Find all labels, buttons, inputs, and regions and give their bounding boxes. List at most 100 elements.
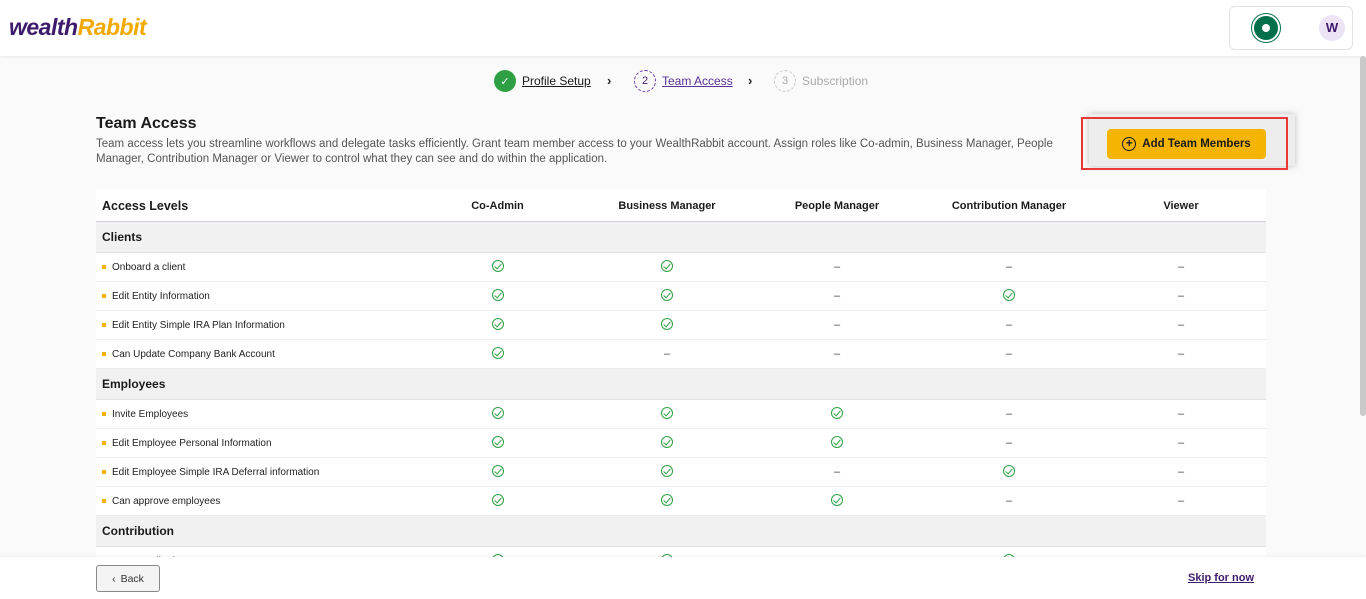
permission-cell (414, 493, 581, 509)
dash-icon: – (1177, 495, 1185, 507)
permission-cell (921, 288, 1097, 304)
permission-cell (414, 259, 581, 275)
bullet-icon (102, 323, 106, 327)
check-circle-icon (491, 435, 504, 448)
permission-label: Edit Employee Personal Information (96, 438, 414, 449)
permission-cell: – (581, 348, 753, 360)
permission-cell: – (921, 408, 1097, 420)
permission-cell: – (1097, 437, 1265, 449)
check-circle-icon (1003, 464, 1015, 477)
permission-cell: – (921, 495, 1097, 507)
header-people-manager: People Manager (794, 199, 880, 212)
dash-icon: – (1177, 437, 1185, 449)
page-description: Team access lets you streamline workflow… (96, 138, 1053, 165)
table-body: Clients Onboard a client – – – Edit Entity In… (96, 222, 1266, 576)
permission-label: Onboard a client (96, 262, 414, 273)
dash-icon: – (833, 290, 841, 302)
permission-text: Can approve employees (112, 495, 221, 507)
table-row: Edit Entity Simple IRA Plan Information –… (96, 311, 1266, 340)
permission-cell: – (1097, 408, 1265, 420)
table-row: Edit Employee Personal Information – – (96, 429, 1266, 458)
account-switcher[interactable]: W (1229, 6, 1353, 50)
permission-cell: – (753, 261, 921, 273)
bullet-icon (102, 352, 106, 356)
permission-text: Edit Employee Simple IRA Deferral inform… (112, 466, 320, 478)
check-circle-icon (491, 259, 504, 272)
permission-label: Can approve employees (96, 496, 414, 507)
permission-label: Edit Entity Information (96, 291, 414, 302)
step-number: 2 (634, 70, 656, 92)
permission-cell (753, 435, 921, 451)
step-subscription: 3 Subscription (774, 70, 868, 92)
header-viewer: Viewer (1163, 199, 1199, 212)
top-bar: wealthRabbit W (0, 0, 1366, 56)
header-business-manager: Business Manager (618, 199, 716, 212)
permission-cell: – (753, 319, 921, 331)
dash-icon: – (1177, 290, 1185, 302)
footer-bar (0, 557, 1366, 599)
permission-cell (581, 317, 753, 333)
check-circle-icon (661, 493, 673, 506)
dash-icon: – (1177, 466, 1185, 478)
table-group-header: Contribution (96, 516, 1266, 547)
permission-text: Edit Entity Simple IRA Plan Information (112, 319, 285, 331)
dash-icon: – (833, 348, 841, 360)
table-header: Access Levels Co-Admin Business Manager … (96, 190, 1266, 222)
plus-circle-icon: + (1122, 137, 1137, 151)
permission-cell (414, 435, 581, 451)
dash-icon: – (1005, 408, 1013, 420)
permission-cell: – (1097, 319, 1265, 331)
permission-cell (414, 317, 581, 333)
check-circle-icon (491, 493, 504, 506)
permission-label: Can Update Company Bank Account (96, 349, 414, 360)
skip-for-now-link[interactable]: Skip for now (1188, 572, 1254, 584)
permission-cell: – (753, 290, 921, 302)
table-row: Invite Employees – – (96, 400, 1266, 429)
permission-text: Can Update Company Bank Account (112, 348, 275, 360)
step-number: 3 (774, 70, 796, 92)
check-circle-icon (661, 259, 673, 272)
page-title: Team Access (96, 115, 197, 132)
step-team-access[interactable]: 2 Team Access (634, 70, 733, 92)
permission-cell: – (921, 348, 1097, 360)
scrollbar[interactable] (1360, 56, 1366, 416)
bullet-icon (102, 499, 106, 503)
avatar[interactable]: W (1319, 15, 1345, 41)
bullet-icon (102, 412, 106, 416)
step-profile-setup[interactable]: ✓ Profile Setup (494, 70, 591, 92)
permission-cell (581, 493, 753, 509)
step-label: Subscription (802, 74, 869, 88)
check-circle-icon (491, 406, 504, 419)
permission-cell (414, 346, 581, 362)
add-team-members-button[interactable]: + Add Team Members (1107, 129, 1266, 159)
permission-cell (921, 464, 1097, 480)
back-label: Back (120, 572, 144, 585)
table-row: Can Update Company Bank Account – – – – (96, 340, 1266, 369)
wealthrabbit-logo[interactable]: wealthRabbit (9, 14, 147, 41)
table-row: Edit Employee Simple IRA Deferral inform… (96, 458, 1266, 487)
chevron-right-icon: › (748, 73, 753, 88)
permission-cell (581, 259, 753, 275)
dash-icon: – (833, 319, 841, 331)
bullet-icon (102, 294, 106, 298)
dash-icon: – (1005, 261, 1013, 273)
permission-cell (414, 464, 581, 480)
check-circle-icon (661, 435, 673, 448)
check-circle-icon (1003, 288, 1015, 301)
check-circle-icon (831, 493, 843, 506)
permission-cell (753, 493, 921, 509)
check-icon: ✓ (494, 70, 516, 92)
permission-cell: – (921, 319, 1097, 331)
button-label: Add Team Members (1142, 138, 1251, 150)
back-button[interactable]: ‹ Back (96, 565, 160, 592)
permission-cell: – (1097, 495, 1265, 507)
progress-stepper: ✓ Profile Setup › 2 Team Access › 3 Subs… (0, 70, 1366, 96)
step-label[interactable]: Profile Setup (522, 74, 591, 88)
step-label[interactable]: Team Access (662, 74, 733, 88)
permission-cell (581, 435, 753, 451)
permission-cell: – (921, 261, 1097, 273)
permission-cell (581, 288, 753, 304)
check-circle-icon (491, 288, 504, 301)
check-circle-icon (661, 406, 673, 419)
bullet-icon (102, 265, 106, 269)
